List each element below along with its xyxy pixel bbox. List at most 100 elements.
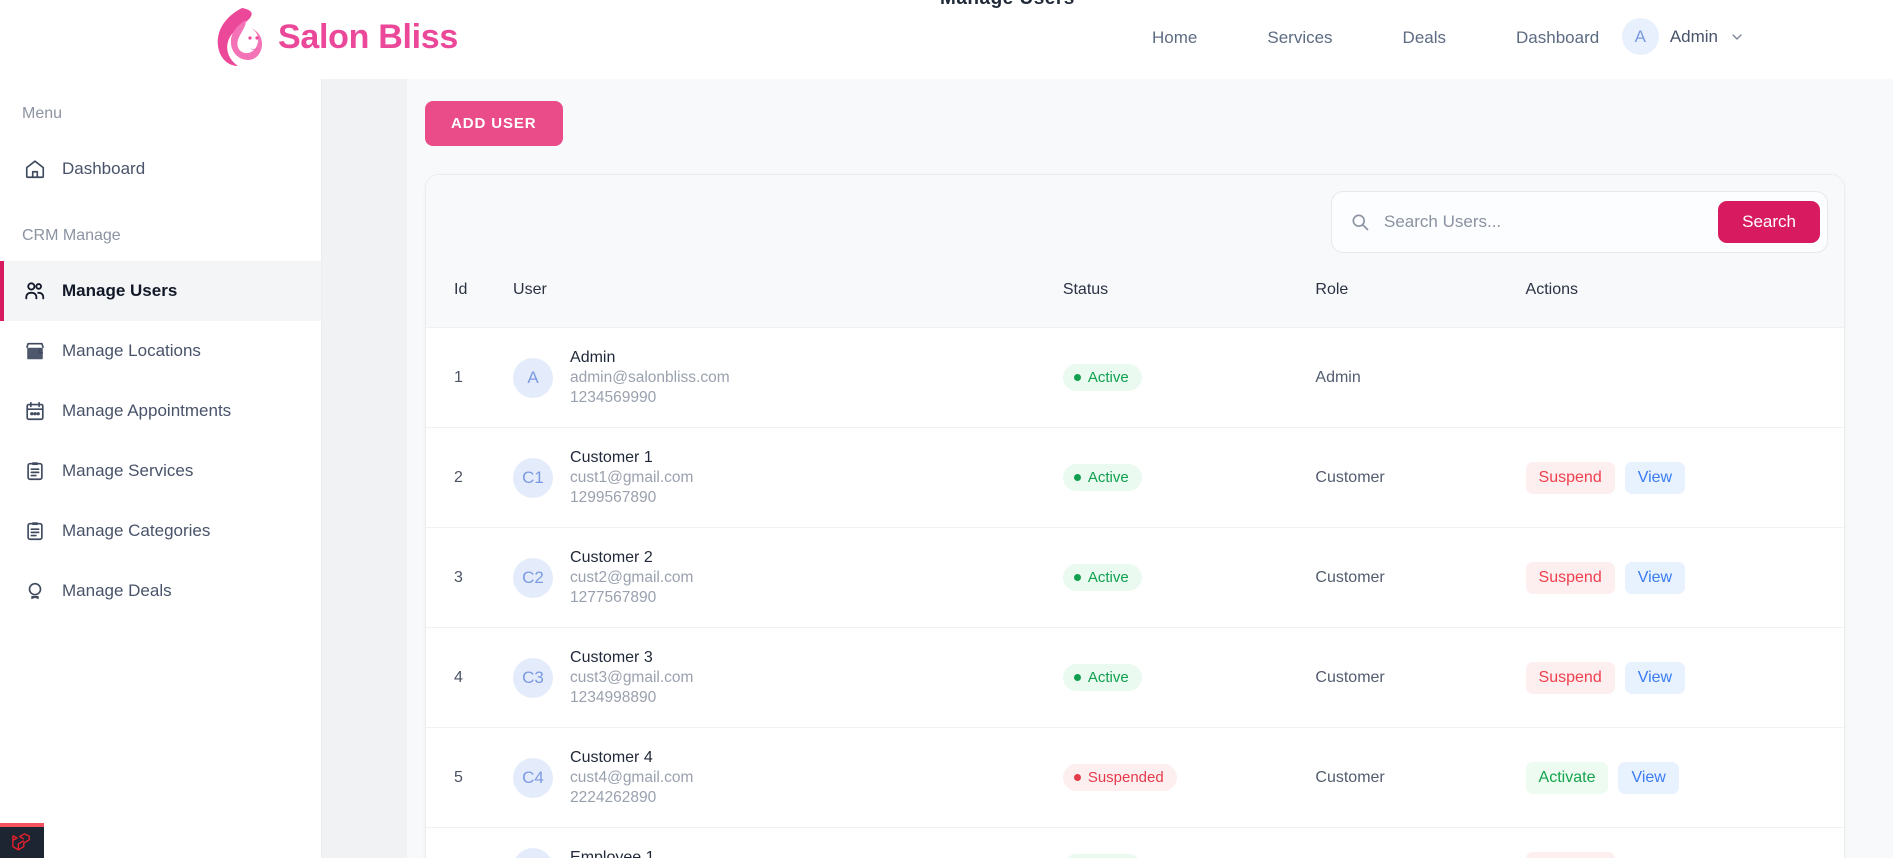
table-row: 4 C3 Customer 3 cust3@gmail.com 12349988… xyxy=(426,627,1844,728)
table-row: 6 E1 Employee 1 emp1@salonbliss.com Acti… xyxy=(426,827,1844,858)
user-email: cust4@gmail.com xyxy=(570,769,694,786)
status-dot-icon xyxy=(1073,774,1081,781)
home-icon xyxy=(25,160,45,179)
users-table-card: Search Id User Status Role Actions 1 A xyxy=(425,174,1845,858)
user-email: cust1@gmail.com xyxy=(570,469,694,486)
user-menu[interactable]: A Admin xyxy=(1621,18,1745,55)
cell-role: Customer xyxy=(1315,568,1385,586)
cell-role: Customer xyxy=(1315,768,1385,786)
column-header-id: Id xyxy=(426,268,514,328)
user-phone: 1299567890 xyxy=(570,489,657,506)
cell-status: Active xyxy=(1062,628,1316,728)
nav-item-home[interactable]: Home xyxy=(1140,26,1232,50)
search-button[interactable]: Search xyxy=(1718,200,1820,243)
sidebar-item-label: Manage Locations xyxy=(62,341,201,360)
table-row: 2 C1 Customer 1 cust1@gmail.com 12995678… xyxy=(426,427,1844,528)
status-badge: Active xyxy=(1062,854,1142,858)
avatar: C3 xyxy=(513,657,554,698)
column-header-status: Status xyxy=(1062,268,1316,328)
cell-id: 4 xyxy=(454,668,463,686)
sidebar-item-label: Manage Deals xyxy=(62,581,172,600)
status-dot-icon xyxy=(1073,374,1081,381)
cell-status: Active xyxy=(1062,428,1316,528)
column-header-role: Role xyxy=(1315,268,1526,328)
table-toolbar: Search xyxy=(426,175,1844,268)
cell-actions: Suspend xyxy=(1525,828,1844,858)
avatar: C2 xyxy=(513,557,554,598)
sidebar-item-manage-deals[interactable]: Manage Deals xyxy=(0,561,321,621)
sidebar-item-label: Manage Categories xyxy=(62,521,211,540)
nav-item-services[interactable]: Services xyxy=(1232,26,1367,50)
user-name: Admin xyxy=(570,349,616,366)
search-icon xyxy=(1352,214,1369,230)
users-icon xyxy=(25,282,45,300)
view-button[interactable]: View xyxy=(1618,761,1679,794)
search-bar[interactable]: Search xyxy=(1331,190,1828,253)
laravel-debugbar-toggle[interactable] xyxy=(0,823,44,858)
user-email: cust2@gmail.com xyxy=(570,569,694,586)
cell-user: C3 Customer 3 cust3@gmail.com 1234998890 xyxy=(513,628,1063,728)
cell-user: A Admin admin@salonbliss.com 1234569990 xyxy=(513,328,1063,428)
add-user-button[interactable]: ADD USER xyxy=(425,101,563,146)
avatar: E1 xyxy=(513,847,554,858)
sidebar-item-dashboard[interactable]: Dashboard xyxy=(0,139,321,199)
cell-actions: Suspend View xyxy=(1525,628,1844,728)
status-badge: Suspended xyxy=(1062,764,1177,791)
cell-status: Active xyxy=(1062,528,1316,628)
status-dot-icon xyxy=(1073,674,1081,681)
cell-actions: Activate View xyxy=(1525,728,1844,828)
cell-status: Suspended xyxy=(1062,728,1316,828)
cell-id: 6 xyxy=(426,828,513,858)
view-button[interactable]: View xyxy=(1624,461,1686,494)
main-content: ADD USER Search Id User Status xyxy=(322,79,1893,858)
suspend-button[interactable]: Suspend xyxy=(1525,461,1615,494)
table-row: 3 C2 Customer 2 cust2@gmail.com 12775678… xyxy=(426,527,1844,628)
avatar: C1 xyxy=(513,457,554,498)
view-button[interactable]: View xyxy=(1624,561,1686,594)
status-badge: Active xyxy=(1062,664,1142,691)
user-email: admin@salonbliss.com xyxy=(570,369,730,386)
user-name: Customer 3 xyxy=(570,649,653,666)
activate-button[interactable]: Activate xyxy=(1525,761,1609,794)
sidebar-item-manage-locations[interactable]: Manage Locations xyxy=(0,321,321,381)
sidebar-item-label: Dashboard xyxy=(62,159,146,178)
cell-user: E1 Employee 1 emp1@salonbliss.com xyxy=(513,828,1063,858)
user-name: Customer 2 xyxy=(570,549,653,566)
cell-user: C2 Customer 2 cust2@gmail.com 1277567890 xyxy=(513,528,1063,628)
status-dot-icon xyxy=(1073,574,1081,581)
nav-item-deals[interactable]: Deals xyxy=(1368,26,1481,50)
suspend-button[interactable]: Suspend xyxy=(1525,851,1615,858)
sidebar-item-label: Manage Services xyxy=(62,461,194,480)
nav-item-dashboard[interactable]: Dashboard xyxy=(1481,26,1634,50)
column-header-actions: Actions xyxy=(1525,268,1844,328)
suspend-button[interactable]: Suspend xyxy=(1525,561,1615,594)
suspend-button[interactable]: Suspend xyxy=(1525,661,1615,694)
view-button[interactable]: View xyxy=(1624,661,1686,694)
sidebar-item-manage-services[interactable]: Manage Services xyxy=(0,441,321,501)
brand-name: Salon Bliss xyxy=(278,18,458,56)
cell-status: Active xyxy=(1062,328,1316,428)
cell-role: Customer xyxy=(1315,468,1385,486)
clipboard-icon xyxy=(27,462,43,481)
avatar: A xyxy=(1621,18,1659,55)
user-phone: 1234569990 xyxy=(570,389,657,406)
table-body: 1 A Admin admin@salonbliss.com 123456999… xyxy=(426,327,1844,858)
laravel-icon xyxy=(12,832,30,850)
search-input[interactable] xyxy=(1370,211,1719,232)
user-name: Employee 1 xyxy=(570,849,655,858)
chevron-down-icon xyxy=(1732,33,1742,40)
clipboard-icon xyxy=(27,522,43,541)
status-dot-icon xyxy=(1073,474,1081,481)
store-icon xyxy=(25,342,45,360)
avatar: A xyxy=(513,357,554,398)
user-phone: 1234998890 xyxy=(570,689,657,706)
sidebar-item-manage-appointments[interactable]: Manage Appointments xyxy=(0,381,321,441)
status-badge: Active xyxy=(1062,464,1142,491)
brand-logo-link[interactable]: Salon Bliss xyxy=(212,6,458,68)
cell-actions: Suspend View xyxy=(1525,428,1844,528)
cell-actions: Suspend View xyxy=(1525,528,1844,628)
sidebar-item-manage-categories[interactable]: Manage Categories xyxy=(0,501,321,561)
sidebar-item-manage-users[interactable]: Manage Users xyxy=(0,261,321,321)
users-table: Id User Status Role Actions 1 A Admin ad… xyxy=(426,268,1844,858)
cell-id: 2 xyxy=(454,468,463,486)
